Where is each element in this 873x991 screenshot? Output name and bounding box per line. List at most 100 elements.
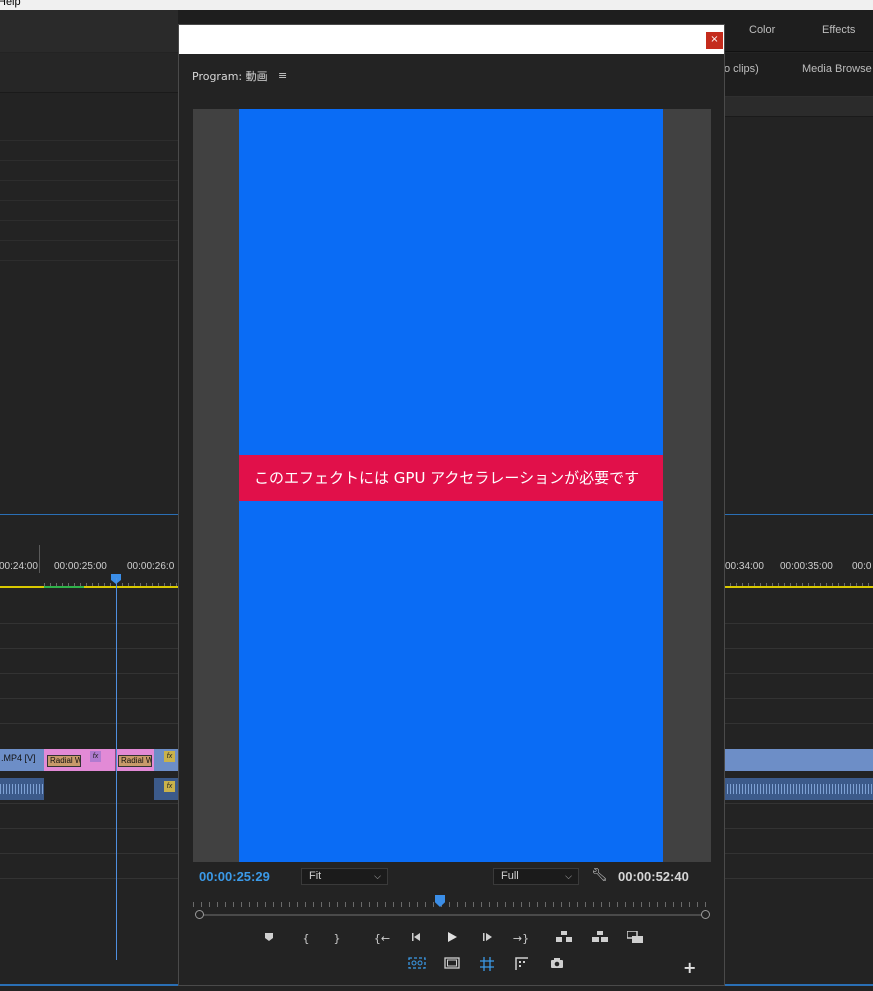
mark-in-icon: { bbox=[302, 932, 310, 945]
timeline-panel-left[interactable]: 00:24:00 00:00:25:00 00:00:26:0 .MP4 [V]… bbox=[0, 514, 178, 991]
zoom-level-select[interactable]: Fit ⌵ bbox=[301, 868, 388, 885]
step-back-button[interactable] bbox=[408, 931, 426, 947]
video-clip-radial[interactable]: Radial W fx Radial W bbox=[44, 749, 154, 771]
zoom-handle-left[interactable] bbox=[195, 910, 204, 919]
time-ruler[interactable]: 00:34:00 00:00:35:00 00:0 bbox=[724, 545, 873, 588]
monitor-time-ruler[interactable] bbox=[193, 897, 711, 907]
tab-media-browser[interactable]: Media Browse bbox=[802, 63, 872, 75]
project-panel bbox=[0, 53, 178, 493]
overwrite-button[interactable] bbox=[626, 930, 644, 947]
go-to-in-icon: {← bbox=[373, 932, 391, 945]
safe-margins-button[interactable] bbox=[443, 957, 461, 973]
mark-out-icon: } bbox=[333, 932, 341, 945]
panel-title: Program: 動画 bbox=[192, 70, 268, 83]
audio-clip[interactable] bbox=[724, 778, 873, 800]
overwrite-icon bbox=[626, 930, 643, 943]
comparison-view-icon bbox=[515, 957, 528, 970]
wrench-icon[interactable]: 🔧︎ bbox=[591, 868, 608, 883]
step-back-icon bbox=[412, 933, 420, 941]
list-item[interactable] bbox=[0, 161, 178, 181]
button-editor-add-button[interactable]: + bbox=[683, 958, 696, 977]
tab-clips[interactable]: o clips) bbox=[724, 63, 759, 75]
current-timecode[interactable]: 00:00:25:29 bbox=[199, 869, 270, 884]
time-ruler[interactable]: 00:24:00 00:00:25:00 00:00:26:0 bbox=[0, 545, 178, 588]
go-to-in-button[interactable]: {← bbox=[373, 931, 391, 947]
timeline-panel-right[interactable]: 00:34:00 00:00:35:00 00:0 bbox=[724, 514, 873, 991]
grid-button[interactable] bbox=[478, 957, 496, 973]
zoom-handle-right[interactable] bbox=[701, 910, 710, 919]
effect-label: Radial W bbox=[47, 755, 81, 767]
chevron-down-icon: ⌵ bbox=[374, 871, 381, 881]
video-clip[interactable]: .MP4 [V] bbox=[0, 749, 44, 771]
menubar: Help bbox=[0, 0, 873, 10]
duration-timecode: 00:00:52:40 bbox=[618, 869, 689, 884]
ruler-label: 00:0 bbox=[852, 561, 872, 572]
fx-badge[interactable]: fx bbox=[164, 781, 175, 792]
workspace-tab-color[interactable]: Color bbox=[749, 24, 775, 36]
work-area-bar[interactable] bbox=[724, 586, 873, 588]
video-clip[interactable] bbox=[724, 749, 873, 771]
go-to-out-icon: →} bbox=[512, 932, 530, 945]
playback-resolution-value: Full bbox=[501, 870, 519, 882]
left-panel-top bbox=[0, 10, 178, 52]
work-area-bar[interactable] bbox=[0, 586, 178, 588]
export-frame-button[interactable] bbox=[548, 957, 566, 973]
timeline-playhead-line bbox=[116, 578, 117, 960]
step-forward-icon bbox=[483, 933, 492, 941]
play-button[interactable] bbox=[443, 931, 461, 947]
zoom-scroll-bar[interactable] bbox=[199, 914, 706, 916]
audio-clip[interactable]: fx bbox=[154, 778, 178, 800]
ruler-label: 00:24:00 bbox=[0, 561, 38, 572]
list-item[interactable] bbox=[0, 141, 178, 161]
step-forward-button[interactable] bbox=[479, 931, 497, 947]
media-panel-toolbar bbox=[724, 97, 873, 117]
audio-clip[interactable] bbox=[0, 778, 44, 800]
media-panel-tabs: o clips) Media Browse bbox=[724, 53, 873, 97]
playback-resolution-select[interactable]: Full ⌵ bbox=[493, 868, 579, 885]
list-item[interactable] bbox=[0, 201, 178, 221]
extract-icon bbox=[592, 931, 608, 942]
list-item[interactable] bbox=[0, 121, 178, 141]
close-button[interactable]: × bbox=[706, 32, 723, 49]
monitor-control-row: 00:00:25:29 Fit ⌵ Full ⌵ 🔧︎ 00:00:52:40 bbox=[179, 868, 724, 890]
lift-icon bbox=[556, 931, 572, 942]
video-clip[interactable]: fx bbox=[154, 749, 178, 771]
list-item[interactable] bbox=[0, 221, 178, 241]
menu-help[interactable]: Help bbox=[0, 0, 21, 8]
ruler-label: 00:00:26:0 bbox=[127, 561, 175, 572]
zoom-level-value: Fit bbox=[309, 870, 322, 882]
toggle-proxies-icon bbox=[408, 957, 426, 969]
lift-button[interactable] bbox=[555, 931, 573, 947]
gpu-warning-banner: このエフェクトには GPU アクセラレーションが必要です bbox=[239, 455, 663, 501]
mark-in-button[interactable]: { bbox=[297, 931, 315, 947]
media-panel: o clips) Media Browse bbox=[724, 53, 873, 513]
panel-menu-icon[interactable]: ≡ bbox=[278, 69, 287, 82]
clip-label: .MP4 [V] bbox=[1, 753, 36, 763]
ruler-label: 00:34:00 bbox=[725, 561, 764, 572]
toggle-proxies-button[interactable] bbox=[408, 957, 426, 973]
project-panel-header bbox=[0, 53, 178, 93]
mark-out-button[interactable]: } bbox=[328, 931, 346, 947]
ruler-label: 00:00:25:00 bbox=[54, 561, 107, 572]
grid-icon bbox=[480, 957, 494, 971]
fx-badge[interactable]: fx bbox=[164, 751, 175, 762]
effect-label: Radial W bbox=[118, 755, 152, 767]
video-frame: このエフェクトには GPU アクセラレーションが必要です bbox=[239, 109, 663, 862]
play-icon bbox=[448, 932, 457, 942]
marker-icon bbox=[265, 933, 273, 941]
go-to-out-button[interactable]: →} bbox=[512, 931, 530, 947]
safe-margins-icon bbox=[444, 957, 460, 969]
list-item[interactable] bbox=[0, 181, 178, 201]
comparison-view-button[interactable] bbox=[513, 957, 531, 973]
ruler-label: 00:00:35:00 bbox=[780, 561, 833, 572]
window-titlebar[interactable]: × bbox=[179, 25, 724, 54]
export-frame-icon bbox=[551, 958, 563, 968]
list-item[interactable] bbox=[0, 241, 178, 261]
program-monitor-window: × Program: 動画 ≡ このエフェクトには GPU アクセラレーションが… bbox=[178, 24, 725, 986]
add-marker-button[interactable] bbox=[260, 931, 278, 947]
program-viewer[interactable]: このエフェクトには GPU アクセラレーションが必要です bbox=[193, 109, 711, 862]
extract-button[interactable] bbox=[591, 931, 609, 947]
workspace-tab-effects[interactable]: Effects bbox=[822, 24, 855, 36]
fx-badge[interactable]: fx bbox=[90, 751, 101, 762]
chevron-down-icon: ⌵ bbox=[565, 871, 572, 881]
